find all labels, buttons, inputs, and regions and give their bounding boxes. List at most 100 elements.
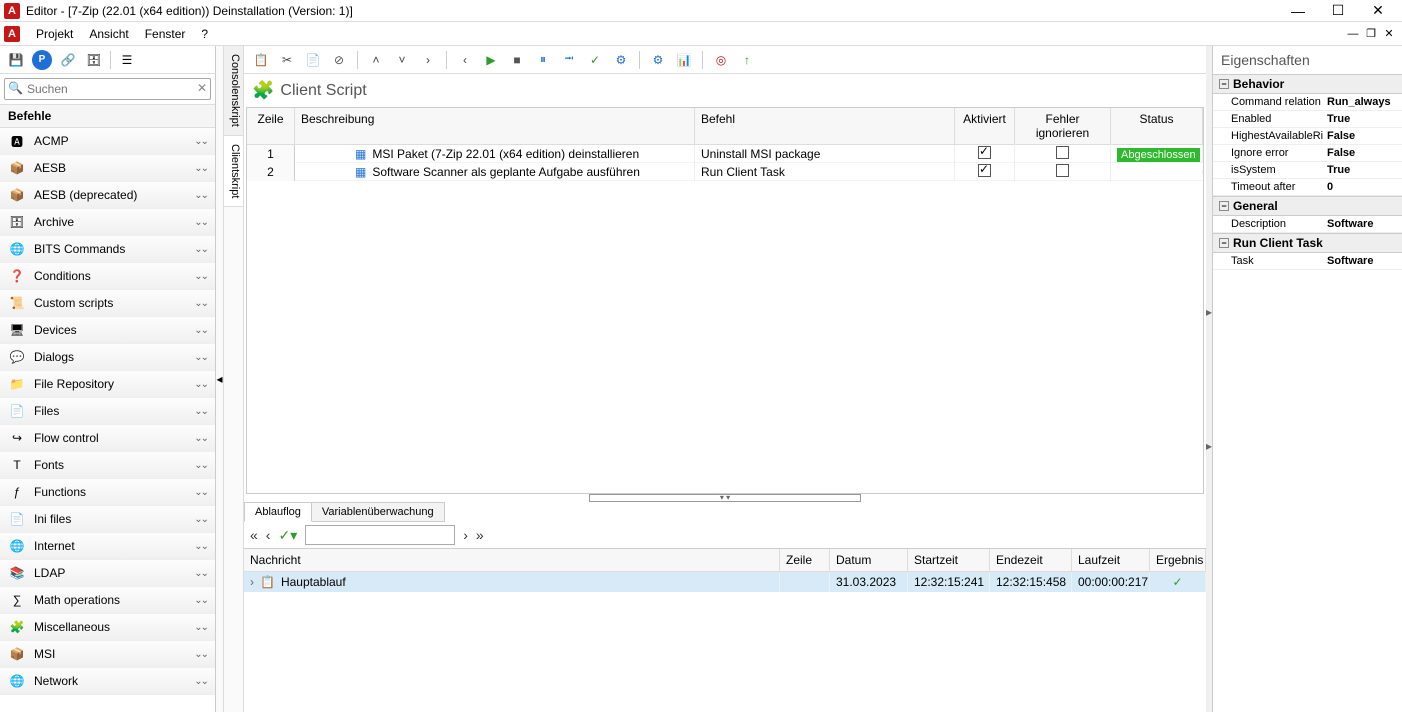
menu-ansicht[interactable]: Ansicht <box>81 25 136 43</box>
check-icon[interactable]: ✓ <box>584 49 606 71</box>
sidebar-item-archive[interactable]: 🗄Archive⌄⌄ <box>0 209 215 236</box>
sidebar-item-network[interactable]: 🌐Network⌄⌄ <box>0 668 215 695</box>
sidebar-item-fonts[interactable]: TFonts⌄⌄ <box>0 452 215 479</box>
fehler-checkbox[interactable] <box>1056 146 1069 159</box>
log-filter-input[interactable] <box>305 525 455 545</box>
link-icon[interactable]: 🔗 <box>58 50 78 70</box>
expand-icon[interactable]: › <box>250 575 254 589</box>
mdi-minimize[interactable]: — <box>1344 26 1362 42</box>
mdi-close[interactable]: ✕ <box>1380 26 1398 42</box>
left-panel: 💾 P 🔗 🗄 ☰ 🔍 ✕ Befehle 🅰ACMP⌄⌄📦AESB⌄⌄📦AES… <box>0 46 216 712</box>
category-icon: 🌐 <box>8 673 26 689</box>
col-aktiviert[interactable]: Aktiviert <box>955 108 1015 144</box>
group-behavior[interactable]: −Behavior <box>1213 74 1402 94</box>
db-icon[interactable]: 🗄 <box>84 50 104 70</box>
up-icon[interactable]: ˄ <box>365 49 387 71</box>
col-beschreibung[interactable]: Beschreibung <box>295 108 695 144</box>
log-col-endezeit[interactable]: Endezeit <box>990 549 1072 571</box>
col-befehl[interactable]: Befehl <box>695 108 955 144</box>
sidebar-item-math-operations[interactable]: ∑Math operations⌄⌄ <box>0 587 215 614</box>
log-col-datum[interactable]: Datum <box>830 549 908 571</box>
mdi-restore[interactable]: ❐ <box>1362 26 1380 42</box>
sidebar-item-conditions[interactable]: ❓Conditions⌄⌄ <box>0 263 215 290</box>
log-prev-icon[interactable]: ‹ <box>266 527 271 543</box>
close-button[interactable]: ✕ <box>1358 1 1398 21</box>
chevron-down-icon: ⌄⌄ <box>194 163 207 174</box>
col-fehler[interactable]: Fehler ignorieren <box>1015 108 1111 144</box>
sliders-icon[interactable]: ⚙ <box>610 49 632 71</box>
log-next-icon[interactable]: › <box>463 527 468 543</box>
tab-ablauflog[interactable]: Ablauflog <box>244 502 312 522</box>
script-row[interactable]: 1▦MSI Paket (7-Zip 22.01 (x64 edition) d… <box>247 145 1203 163</box>
log-last-icon[interactable]: » <box>476 527 484 543</box>
sidebar-item-internet[interactable]: 🌐Internet⌄⌄ <box>0 533 215 560</box>
stop-icon[interactable]: ■ <box>506 49 528 71</box>
delete-icon[interactable]: ⊘ <box>328 49 350 71</box>
cut-icon[interactable]: ✂ <box>276 49 298 71</box>
left-toolbar: 💾 P 🔗 🗄 ☰ <box>0 46 215 74</box>
left-splitter[interactable]: ◂ <box>216 46 224 712</box>
sidebar-item-ini-files[interactable]: 📄Ini files⌄⌄ <box>0 506 215 533</box>
save-icon[interactable]: 💾 <box>6 50 26 70</box>
log-col-nachricht[interactable]: Nachricht <box>244 549 780 571</box>
aktiviert-checkbox[interactable] <box>978 146 991 159</box>
maximize-button[interactable]: ☐ <box>1318 1 1358 21</box>
sidebar-item-devices[interactable]: 🖥Devices⌄⌄ <box>0 317 215 344</box>
sidebar-item-aesb-deprecated-[interactable]: 📦AESB (deprecated)⌄⌄ <box>0 182 215 209</box>
sidebar-item-ldap[interactable]: 📚LDAP⌄⌄ <box>0 560 215 587</box>
list-icon[interactable]: ☰ <box>117 50 137 70</box>
log-col-ergebnis[interactable]: Ergebnis <box>1150 549 1206 571</box>
log-row[interactable]: ›📋Hauptablauf 31.03.2023 12:32:15:241 12… <box>244 572 1206 592</box>
back-icon[interactable]: ‹ <box>454 49 476 71</box>
chart-icon[interactable]: 📊 <box>673 49 695 71</box>
status-badge: Abgeschlossen <box>1117 148 1200 162</box>
col-status[interactable]: Status <box>1111 108 1203 144</box>
sidebar-item-msi[interactable]: 📦MSI⌄⌄ <box>0 641 215 668</box>
sidebar-item-files[interactable]: 📄Files⌄⌄ <box>0 398 215 425</box>
pause-icon[interactable]: ⏸ <box>532 49 554 71</box>
search-input[interactable] <box>4 78 211 100</box>
sidebar-item-miscellaneous[interactable]: 🧩Miscellaneous⌄⌄ <box>0 614 215 641</box>
log-ok-icon[interactable]: ✓▾ <box>278 527 297 544</box>
sidebar-item-dialogs[interactable]: 💬Dialogs⌄⌄ <box>0 344 215 371</box>
upload-icon[interactable]: ↑ <box>736 49 758 71</box>
sidebar-item-file-repository[interactable]: 📁File Repository⌄⌄ <box>0 371 215 398</box>
sidebar-item-aesb[interactable]: 📦AESB⌄⌄ <box>0 155 215 182</box>
col-zeile[interactable]: Zeile <box>247 108 295 144</box>
log-col-startzeit[interactable]: Startzeit <box>908 549 990 571</box>
aktiviert-checkbox[interactable] <box>978 164 991 177</box>
log-first-icon[interactable]: « <box>250 527 258 543</box>
tab-variablen[interactable]: Variablenüberwachung <box>311 502 445 522</box>
sidebar-item-label: Ini files <box>34 512 194 526</box>
menu-help[interactable]: ? <box>193 25 216 43</box>
right-icon[interactable]: › <box>417 49 439 71</box>
down-icon[interactable]: ˅ <box>391 49 413 71</box>
sidebar-item-flow-control[interactable]: ↪Flow control⌄⌄ <box>0 425 215 452</box>
menu-projekt[interactable]: Projekt <box>28 25 81 43</box>
paste-icon[interactable]: 📋 <box>250 49 272 71</box>
horizontal-splitter[interactable]: ▾ ▾ <box>244 494 1206 502</box>
group-runtask[interactable]: −Run Client Task <box>1213 233 1402 253</box>
log-col-zeile[interactable]: Zeile <box>780 549 830 571</box>
sidebar-item-custom-scripts[interactable]: 📜Custom scripts⌄⌄ <box>0 290 215 317</box>
log-col-laufzeit[interactable]: Laufzeit <box>1072 549 1150 571</box>
clear-search-icon[interactable]: ✕ <box>197 81 207 95</box>
sidebar-item-acmp[interactable]: 🅰ACMP⌄⌄ <box>0 128 215 155</box>
sidebar-item-functions[interactable]: ƒFunctions⌄⌄ <box>0 479 215 506</box>
target-icon[interactable]: ◎ <box>710 49 732 71</box>
p-icon[interactable]: P <box>32 50 52 70</box>
copy-icon[interactable]: 📄 <box>302 49 324 71</box>
step-icon[interactable]: ⭲ <box>558 49 580 71</box>
log-runtime: 00:00:00:217 <box>1072 572 1150 592</box>
chevron-down-icon: ⌄⌄ <box>194 514 207 525</box>
run-icon[interactable]: ▶ <box>480 49 502 71</box>
minimize-button[interactable]: — <box>1278 1 1318 21</box>
sidebar-item-bits-commands[interactable]: 🌐BITS Commands⌄⌄ <box>0 236 215 263</box>
gear-icon[interactable]: ⚙ <box>647 49 669 71</box>
group-general[interactable]: −General <box>1213 196 1402 216</box>
script-row[interactable]: 2▦Software Scanner als geplante Aufgabe … <box>247 163 1203 181</box>
fehler-checkbox[interactable] <box>1056 164 1069 177</box>
menu-fenster[interactable]: Fenster <box>137 25 194 43</box>
tab-clientskript[interactable]: Clientskript <box>224 136 243 207</box>
tab-consolenskript[interactable]: Consolenskript <box>224 46 243 136</box>
